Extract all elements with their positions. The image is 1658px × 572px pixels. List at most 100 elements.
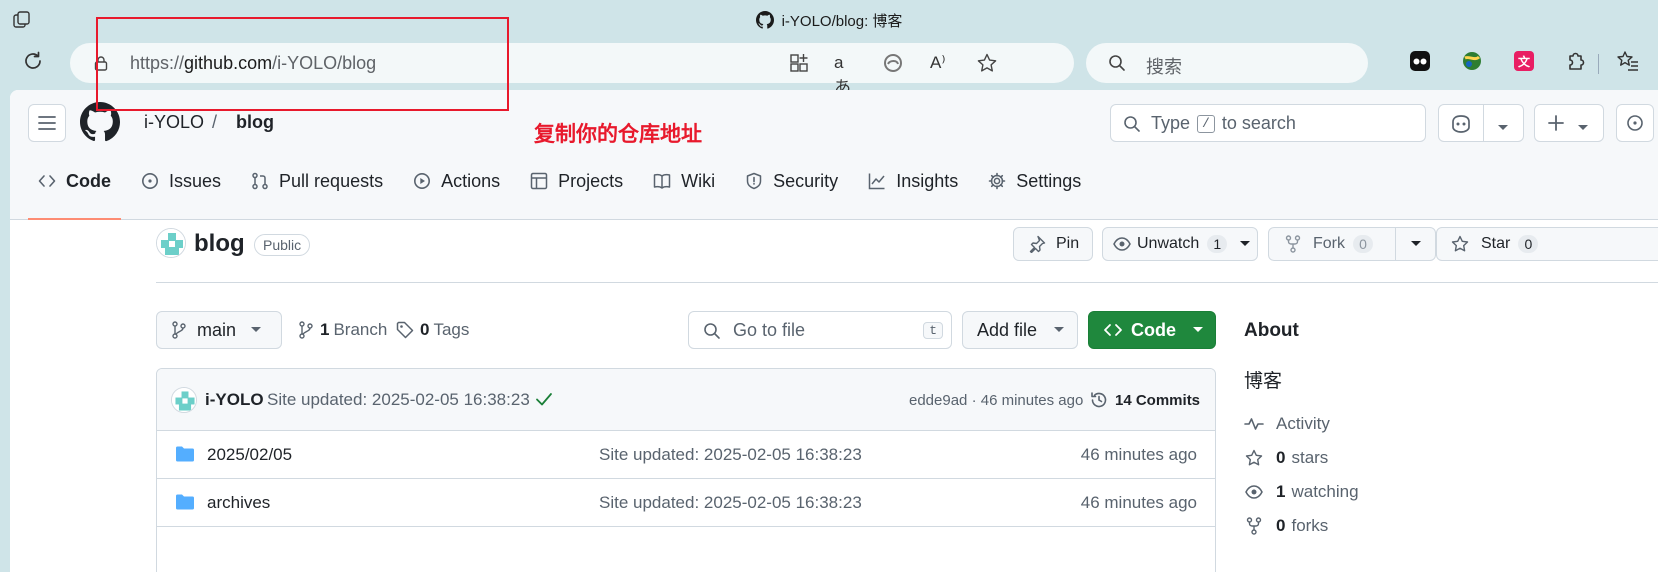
- play-icon: [414, 173, 431, 189]
- gear-icon: [988, 172, 1006, 190]
- breadcrumb-owner-link[interactable]: i-YOLO: [144, 112, 204, 133]
- github-favicon-icon: [755, 11, 774, 29]
- pull-request-icon: [252, 172, 268, 190]
- tags-link[interactable]: 0 Tags: [396, 320, 469, 340]
- branch-icon: [172, 321, 186, 339]
- create-new-button[interactable]: [1534, 104, 1604, 142]
- star-button[interactable]: Star 0: [1436, 227, 1658, 261]
- tab-actions[interactable]: Actions: [403, 158, 510, 204]
- watching-link[interactable]: 1 watching: [1244, 482, 1359, 502]
- hamburger-menu-button[interactable]: [28, 104, 66, 142]
- add-file-button[interactable]: Add file: [962, 311, 1078, 349]
- commit-hash-time[interactable]: edde9ad · 46 minutes ago: [909, 392, 1083, 409]
- branches-link[interactable]: 1 Branch: [298, 320, 387, 340]
- copilot-button[interactable]: [1438, 104, 1524, 142]
- go-to-file-shortcut: t: [923, 322, 943, 339]
- github-page: i-YOLO / blog 复制你的仓库地址 Type / to search: [10, 90, 1658, 572]
- pulse-icon: [1244, 418, 1264, 430]
- fork-icon: [1246, 517, 1262, 535]
- fork-icon: [1285, 235, 1301, 253]
- tab-projects[interactable]: Projects: [520, 158, 633, 204]
- go-to-file-input[interactable]: Go to file t: [688, 311, 952, 349]
- table-icon: [530, 172, 548, 190]
- shield-icon: [746, 172, 762, 190]
- eye-icon: [1113, 237, 1131, 251]
- browser-search-bar[interactable]: 搜索: [1086, 43, 1368, 83]
- file-name-link[interactable]: archives: [207, 493, 270, 513]
- check-icon[interactable]: [535, 391, 553, 412]
- branch-selector[interactable]: main: [156, 311, 282, 349]
- tab-settings[interactable]: Settings: [978, 158, 1091, 204]
- breadcrumb-separator: /: [212, 112, 218, 132]
- avatar[interactable]: [171, 387, 197, 413]
- visibility-badge: Public: [254, 234, 311, 256]
- repo-name-link[interactable]: blog: [194, 230, 245, 258]
- plus-icon: [1547, 114, 1565, 137]
- refresh-button[interactable]: [17, 45, 49, 77]
- search-icon: [1123, 115, 1141, 138]
- search-shortcut-key: /: [1197, 115, 1215, 133]
- github-search-input[interactable]: Type / to search: [1110, 104, 1426, 142]
- chevron-down-icon: [1577, 119, 1589, 137]
- commit-message-link[interactable]: Site updated: 2025-02-05 16:38:23: [267, 390, 530, 410]
- annotation-label: 复制你的仓库地址: [534, 123, 702, 146]
- file-name-link[interactable]: 2025/02/05: [207, 445, 292, 465]
- about-heading: About: [1244, 320, 1299, 341]
- code-icon: [38, 175, 56, 187]
- extension-globe-icon[interactable]: [1460, 49, 1484, 73]
- watch-counter: 1: [1207, 235, 1228, 253]
- extensions-puzzle-icon[interactable]: [1564, 49, 1588, 73]
- graph-icon: [868, 173, 885, 190]
- file-browser: i-YOLO Site updated: 2025-02-05 16:38:23…: [156, 368, 1216, 572]
- hamburger-icon: [38, 116, 56, 130]
- translate-icon[interactable]: aあ: [834, 53, 856, 97]
- apps-icon[interactable]: [788, 52, 810, 74]
- breadcrumb-repo-link[interactable]: blog: [236, 112, 274, 133]
- favorites-list-icon[interactable]: [1616, 49, 1640, 73]
- extension-translate-icon[interactable]: 文: [1512, 49, 1536, 73]
- folder-icon: [175, 493, 195, 516]
- table-row[interactable]: archives Site updated: 2025-02-05 16:38:…: [157, 479, 1215, 527]
- your-issues-button[interactable]: [1616, 104, 1654, 142]
- tab-issues[interactable]: Issues: [131, 158, 231, 204]
- fork-dropdown-toggle[interactable]: [1395, 228, 1435, 260]
- folder-icon: [175, 445, 195, 468]
- code-dropdown-button[interactable]: Code: [1088, 311, 1216, 349]
- annotation-highlight-box: [96, 17, 509, 111]
- file-commit-message[interactable]: Site updated: 2025-02-05 16:38:23: [599, 493, 862, 513]
- tab-insights[interactable]: Insights: [858, 158, 968, 204]
- copilot-icon: [1450, 114, 1472, 139]
- chevron-down-icon: [1193, 327, 1203, 332]
- repo-owner-avatar[interactable]: [156, 228, 186, 258]
- chevron-down-icon[interactable]: [1497, 119, 1509, 137]
- read-aloud-icon[interactable]: A⁾: [930, 53, 952, 75]
- extension-mask-icon[interactable]: [1408, 49, 1432, 73]
- fork-button[interactable]: Fork 0: [1268, 227, 1436, 261]
- tab-wiki[interactable]: Wiki: [643, 158, 725, 204]
- tab-code[interactable]: Code: [28, 158, 121, 220]
- forks-link[interactable]: 0 forks: [1244, 516, 1328, 536]
- fork-counter: 0: [1353, 235, 1373, 253]
- commit-author-link[interactable]: i-YOLO: [205, 390, 264, 410]
- chevron-down-icon: [1240, 241, 1251, 246]
- tag-icon: [396, 321, 414, 339]
- stars-link[interactable]: 0 stars: [1244, 448, 1328, 468]
- star-icon: [1451, 235, 1469, 252]
- search-icon: [1108, 54, 1126, 77]
- edge-icon[interactable]: [882, 52, 904, 74]
- code-icon: [1104, 324, 1122, 336]
- file-commit-message[interactable]: Site updated: 2025-02-05 16:38:23: [599, 445, 862, 465]
- pin-icon: [1029, 235, 1046, 253]
- window-title-text: i-YOLO/blog: 博客: [781, 13, 903, 30]
- tab-pull-requests[interactable]: Pull requests: [241, 158, 393, 204]
- commits-history-link[interactable]: 14 Commits: [1089, 390, 1200, 410]
- table-row[interactable]: 2025/02/05 Site updated: 2025-02-05 16:3…: [157, 431, 1215, 479]
- tab-security[interactable]: Security: [735, 158, 848, 204]
- activity-link[interactable]: Activity: [1244, 414, 1330, 434]
- refresh-icon: [25, 51, 41, 69]
- star-counter: 0: [1518, 235, 1539, 253]
- history-icon: [1091, 392, 1107, 408]
- favorite-star-icon[interactable]: [976, 52, 998, 74]
- pin-button[interactable]: Pin: [1013, 227, 1093, 261]
- unwatch-button[interactable]: Unwatch 1: [1102, 227, 1258, 261]
